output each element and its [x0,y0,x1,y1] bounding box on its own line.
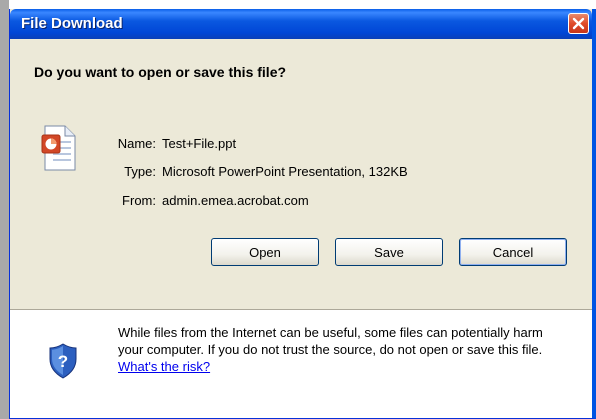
file-name-row: Name: Test+File.ppt [110,136,236,151]
powerpoint-file-icon [41,125,76,171]
file-type-label: Type: [124,164,156,179]
close-button[interactable] [568,13,589,34]
file-type-row: Type: Microsoft PowerPoint Presentation, … [110,164,408,179]
file-source-value: admin.emea.acrobat.com [162,193,309,208]
file-source-row: From: admin.emea.acrobat.com [110,193,309,208]
security-shield-icon: ? [49,343,77,379]
title-bar[interactable]: File Download [10,9,592,39]
warning-message: While files from the Internet can be use… [118,325,543,357]
desktop-background-left [0,0,9,419]
whats-the-risk-link[interactable]: What's the risk? [118,359,210,374]
security-warning-panel: ? While files from the Internet can be u… [10,311,592,418]
window-title: File Download [21,15,123,32]
file-source-label: From: [122,193,156,208]
file-name-label: Name: [117,136,156,151]
desktop-background [0,0,596,9]
cancel-button[interactable]: Cancel [459,238,567,266]
file-type-value: Microsoft PowerPoint Presentation, 132KB [162,164,408,179]
open-button[interactable]: Open [211,238,319,266]
dialog-question: Do you want to open or save this file? [34,64,287,80]
file-name-value: Test+File.ppt [162,136,237,151]
save-button[interactable]: Save [335,238,443,266]
file-download-dialog: File Download Do you want to open or sav… [9,9,596,419]
security-warning-text: While files from the Internet can be use… [118,324,558,375]
svg-text:?: ? [58,352,68,371]
close-icon [572,17,585,30]
